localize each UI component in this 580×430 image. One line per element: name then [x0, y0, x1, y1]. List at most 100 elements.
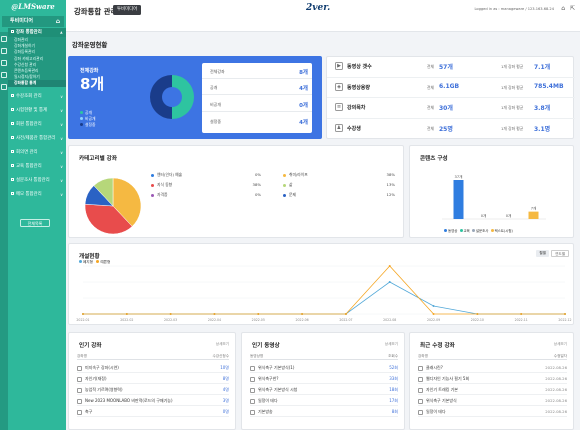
menu-course-management[interactable]: 강좌 통합관리 ∧ — [8, 28, 66, 37]
content-bar-chart: 37개 0개 0개 7개 — [442, 174, 546, 220]
legend-dot — [151, 183, 154, 187]
x-tick-label: 2022.10 — [471, 318, 484, 322]
col-header: 강좌명 — [77, 354, 87, 358]
menu-label: 설문조사 통합관리 — [16, 178, 50, 183]
table-row[interactable]: 축구 0명 — [77, 406, 229, 417]
legend-dot — [80, 123, 83, 126]
submenu-item-active[interactable]: 강좌통합 통계 — [8, 80, 66, 87]
course-icon — [418, 376, 423, 382]
org-button[interactable]: 투비미디어 — [113, 5, 142, 15]
legend-label: 교육 — [463, 229, 470, 233]
table-row[interactable]: 위식축구한? 33회 — [250, 373, 398, 384]
status-label: 설정중 — [210, 119, 222, 124]
x-tick-label: 2022.12 — [558, 318, 571, 322]
home-icon[interactable]: ⌂ — [561, 5, 565, 12]
table-row[interactable]: 일정이 테다 17회 — [250, 395, 398, 406]
menu-label: 메모 통합관리 — [16, 192, 42, 197]
legend-dot — [80, 111, 83, 114]
legend-dot — [459, 229, 463, 232]
section-title: 강좌운영현황 — [72, 41, 108, 49]
home-icon[interactable]: ⌂ — [56, 16, 60, 27]
legend-pct: 38% — [252, 182, 261, 187]
menu-memo[interactable]: 메모 통합관리 ∨ — [8, 190, 66, 199]
col-header: 조회수 — [388, 354, 398, 358]
table-row[interactable]: 클래시린? 2022.08.26 — [418, 362, 567, 373]
course-icon — [77, 365, 82, 371]
row-value: 10명 — [220, 365, 229, 370]
table-row[interactable]: 기본방송 8회 — [250, 406, 398, 417]
row-value: 33회 — [389, 376, 398, 381]
storage-icon: ◈ — [335, 82, 343, 91]
login-info: Logged in as : manageware / 123.163.68.2… — [474, 7, 554, 11]
stat-value: 57개 — [439, 64, 453, 71]
table-row[interactable]: 위식축구 기본방식(1) 52회 — [250, 362, 398, 373]
popular-courses-card: 인기 강좌 상세보기 강좌명 수강신청수 미지속구 강좌(시연) 10명 자인기(재… — [68, 332, 236, 430]
course-icon — [77, 387, 82, 393]
legend-label: 엔터(인더) 예술 — [157, 172, 183, 177]
content-legend: 동영상 교육 설문조사 텍스트(시험) — [444, 228, 513, 233]
series-line — [83, 265, 565, 315]
menu-meeting[interactable]: 회의면 관리 ∨ — [8, 148, 66, 157]
bar — [528, 211, 539, 219]
popular-videos-title: 인기 동영상 — [252, 343, 280, 349]
menu-member[interactable]: 회원 통합관리 ∨ — [8, 120, 66, 129]
table-row[interactable]: 일정이 테다 2022.08.26 — [418, 406, 567, 417]
table-row[interactable]: 위식축구 기본방식 2022.08.26 — [418, 395, 567, 406]
menu-label: 강좌 통합관리 — [16, 30, 42, 35]
row-name: 위식축구한? — [258, 376, 279, 381]
member-icon[interactable] — [1, 48, 7, 54]
menu-label: 사전/제품관 통합관리 — [16, 136, 56, 141]
table-row[interactable]: 위식축구 기본방식 시청 18회 — [250, 384, 398, 395]
legend-dot — [490, 229, 494, 232]
board-icon[interactable] — [1, 60, 7, 66]
logout-icon[interactable]: ⇱ — [570, 5, 575, 12]
menu-enrollment[interactable]: 수강조회 관리 ∨ — [8, 92, 66, 101]
video-icon — [250, 387, 255, 393]
status-value: 4개 — [299, 120, 308, 126]
stat-row-students: ♟ 수강생 전체 25명 1개 강좌 평균 3.1명 — [327, 119, 575, 140]
stat-row-lectures: ≡ 강의목차 전체 30개 1개 강좌 평균 3.8개 — [327, 98, 575, 119]
legend-label: 설정중 — [85, 122, 96, 127]
legend-label: 설문조사 — [475, 229, 489, 233]
row-date: 2022.08.26 — [545, 398, 567, 403]
topbar: 강좌통합 관리 투비미디어 2ver. Logged in as : manag… — [66, 0, 580, 32]
legend-label: 문제 — [289, 192, 296, 197]
all-list-button[interactable]: 전체목록 — [20, 219, 50, 227]
table-row[interactable]: 자인기 트래킹 기본 2022.08.26 — [418, 384, 567, 395]
table-row[interactable]: 웹디자인 기능사 필기 5회 2022.08.26 — [418, 373, 567, 384]
course-status-donut — [149, 75, 195, 119]
timeline-line-chart: 2022.01 2022.02 2022.03 2022.04 2022.05 2022.… — [76, 265, 572, 322]
settings-icon[interactable] — [1, 84, 7, 90]
more-link[interactable]: 상세보기 — [216, 342, 229, 347]
menu-education[interactable]: 교육 통합관리 ∨ — [8, 162, 66, 171]
legend-dot — [283, 193, 286, 197]
menu-icon — [11, 94, 14, 97]
bar-label: 0개 — [506, 213, 512, 218]
menu-survey[interactable]: 설문조사 통합관리 ∨ — [8, 176, 66, 185]
video-icon — [250, 365, 255, 371]
table-row[interactable]: 미지속구 강좌(시연) 10명 — [77, 362, 229, 373]
course-icon[interactable] — [1, 36, 7, 42]
x-tick-label: 2022.09 — [427, 318, 440, 322]
legend-dot — [80, 117, 83, 120]
table-row[interactable]: New 2023 MOONLABO 비판적(로드의 구매기능) 3명 — [77, 395, 229, 406]
table-row[interactable]: 자인기(재정) 8명 — [77, 373, 229, 384]
table-row[interactable]: 농업적 기르며(영향력) 4명 — [77, 384, 229, 395]
row-value: 0명 — [222, 409, 229, 414]
row-name: 자인기 트래킹 기본 — [426, 387, 458, 392]
more-link[interactable]: 상세보기 — [385, 342, 398, 347]
menu-exam-stats[interactable]: 시험현황 및 통계 ∨ — [8, 106, 66, 115]
stat-value: 25명 — [439, 125, 453, 133]
row-name: 일정이 테다 — [426, 409, 446, 414]
menu-label: 회의면 관리 — [16, 150, 38, 155]
course-status-table: 전체강좌 8개 공개 4개 비공개 0개 설정중 4개 — [202, 63, 312, 133]
chevron-up-icon: ∧ — [59, 30, 63, 35]
bar-label: 37개 — [455, 174, 463, 179]
stats-icon[interactable] — [1, 72, 7, 78]
sidebar-title[interactable]: 투비미디어 ⌂ — [2, 16, 64, 27]
more-link[interactable]: 상세보기 — [554, 342, 567, 347]
menu-product[interactable]: 사전/제품관 통합관리 ∨ — [8, 134, 66, 143]
course-icon — [77, 398, 82, 404]
legend-item: 설정중 — [80, 122, 95, 128]
legend-item: 문제 — [283, 192, 296, 198]
